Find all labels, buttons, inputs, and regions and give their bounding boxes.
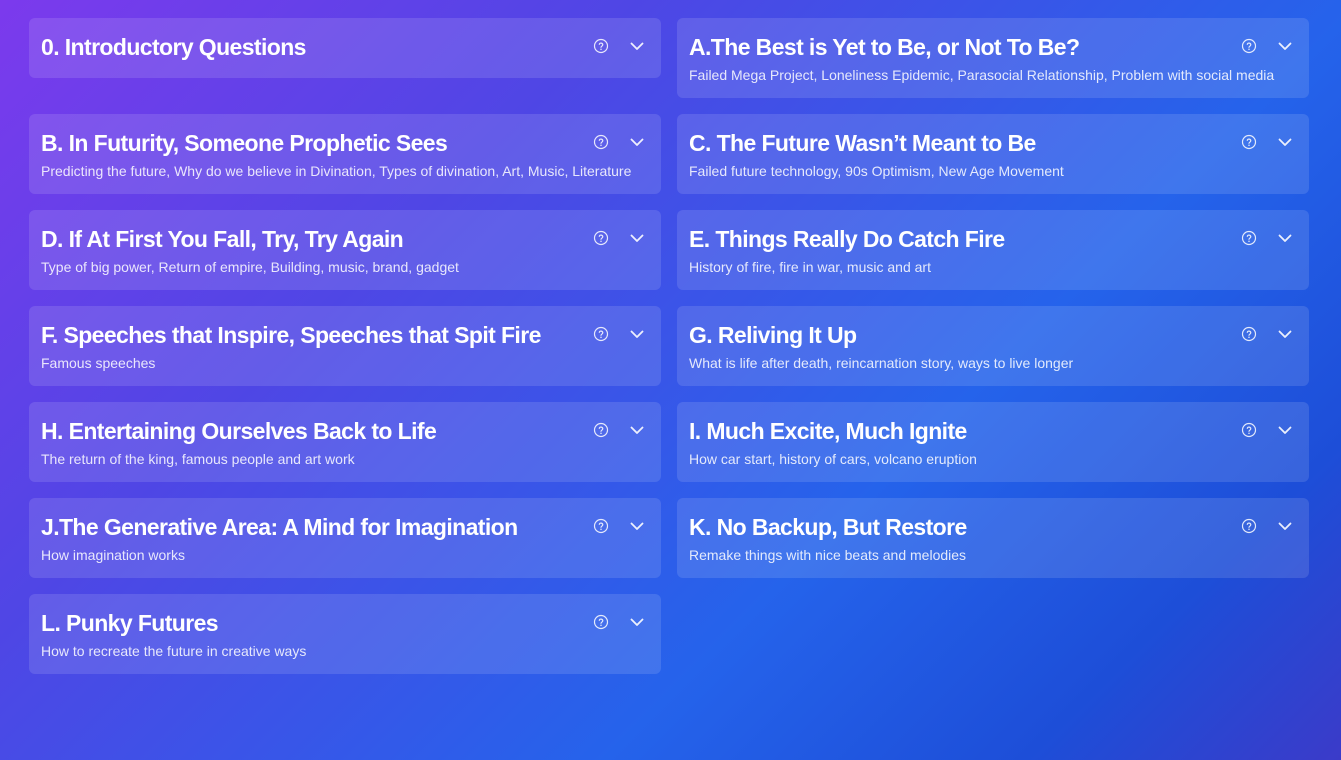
section-title: K. No Backup, But Restore [689, 514, 967, 540]
chevron-down-icon[interactable] [629, 422, 645, 438]
section-description: Remake things with nice beats and melodi… [689, 547, 967, 563]
section-title: A.The Best is Yet to Be, or Not To Be? [689, 34, 1080, 60]
help-circle-icon[interactable] [1241, 518, 1257, 534]
section-card-b[interactable]: B. In Futurity, Someone Prophetic Sees P… [29, 114, 661, 194]
help-circle-icon[interactable] [593, 614, 609, 630]
help-circle-icon[interactable] [1241, 422, 1257, 438]
help-circle-icon[interactable] [593, 422, 609, 438]
chevron-down-icon[interactable] [629, 38, 645, 54]
section-description: Predicting the future, Why do we believe… [41, 163, 632, 179]
section-description: History of fire, fire in war, music and … [689, 259, 931, 275]
section-description: What is life after death, reincarnation … [689, 355, 1074, 371]
sections-grid: 0. Introductory Questions A.The Best is … [29, 18, 1309, 674]
section-description: Failed future technology, 90s Optimism, … [689, 163, 1064, 179]
chevron-down-icon[interactable] [629, 134, 645, 150]
chevron-down-icon[interactable] [1277, 422, 1293, 438]
section-description: How imagination works [41, 547, 185, 563]
section-description: Type of big power, Return of empire, Bui… [41, 259, 459, 275]
section-description: Failed Mega Project, Loneliness Epidemic… [689, 67, 1275, 83]
section-card-j[interactable]: J.The Generative Area: A Mind for Imagin… [29, 498, 661, 578]
section-card-h[interactable]: H. Entertaining Ourselves Back to Life T… [29, 402, 661, 482]
chevron-down-icon[interactable] [1277, 134, 1293, 150]
help-circle-icon[interactable] [1241, 326, 1257, 342]
chevron-down-icon[interactable] [629, 230, 645, 246]
help-circle-icon[interactable] [593, 134, 609, 150]
section-card-i[interactable]: I. Much Excite, Much Ignite How car star… [677, 402, 1309, 482]
section-title: 0. Introductory Questions [41, 34, 306, 60]
section-title: L. Punky Futures [41, 610, 219, 636]
section-title: H. Entertaining Ourselves Back to Life [41, 418, 437, 444]
section-card-d[interactable]: D. If At First You Fall, Try, Try Again … [29, 210, 661, 290]
section-card-e[interactable]: E. Things Really Do Catch Fire History o… [677, 210, 1309, 290]
section-card-a[interactable]: A.The Best is Yet to Be, or Not To Be? F… [677, 18, 1309, 98]
section-title: E. Things Really Do Catch Fire [689, 226, 1005, 252]
section-card-c[interactable]: C. The Future Wasn’t Meant to Be Failed … [677, 114, 1309, 194]
section-description: How car start, history of cars, volcano … [689, 451, 977, 467]
help-circle-icon[interactable] [1241, 38, 1257, 54]
chevron-down-icon[interactable] [1277, 518, 1293, 534]
section-title: C. The Future Wasn’t Meant to Be [689, 130, 1036, 156]
section-description: The return of the king, famous people an… [41, 451, 355, 467]
section-description: How to recreate the future in creative w… [41, 643, 307, 659]
section-card-0[interactable]: 0. Introductory Questions [29, 18, 661, 78]
section-card-g[interactable]: G. Reliving It Up What is life after dea… [677, 306, 1309, 386]
chevron-down-icon[interactable] [1277, 230, 1293, 246]
chevron-down-icon[interactable] [1277, 326, 1293, 342]
help-circle-icon[interactable] [593, 518, 609, 534]
help-circle-icon[interactable] [593, 38, 609, 54]
chevron-down-icon[interactable] [629, 614, 645, 630]
section-title: B. In Futurity, Someone Prophetic Sees [41, 130, 448, 156]
section-card-k[interactable]: K. No Backup, But Restore Remake things … [677, 498, 1309, 578]
section-title: J.The Generative Area: A Mind for Imagin… [41, 514, 518, 540]
section-title: I. Much Excite, Much Ignite [689, 418, 967, 444]
section-title: F. Speeches that Inspire, Speeches that … [41, 322, 541, 348]
section-card-l[interactable]: L. Punky Futures How to recreate the fut… [29, 594, 661, 674]
chevron-down-icon[interactable] [629, 326, 645, 342]
help-circle-icon[interactable] [593, 326, 609, 342]
help-circle-icon[interactable] [593, 230, 609, 246]
section-title: G. Reliving It Up [689, 322, 857, 348]
section-title: D. If At First You Fall, Try, Try Again [41, 226, 404, 252]
chevron-down-icon[interactable] [1277, 38, 1293, 54]
chevron-down-icon[interactable] [629, 518, 645, 534]
section-card-f[interactable]: F. Speeches that Inspire, Speeches that … [29, 306, 661, 386]
help-circle-icon[interactable] [1241, 134, 1257, 150]
help-circle-icon[interactable] [1241, 230, 1257, 246]
section-description: Famous speeches [41, 355, 156, 371]
